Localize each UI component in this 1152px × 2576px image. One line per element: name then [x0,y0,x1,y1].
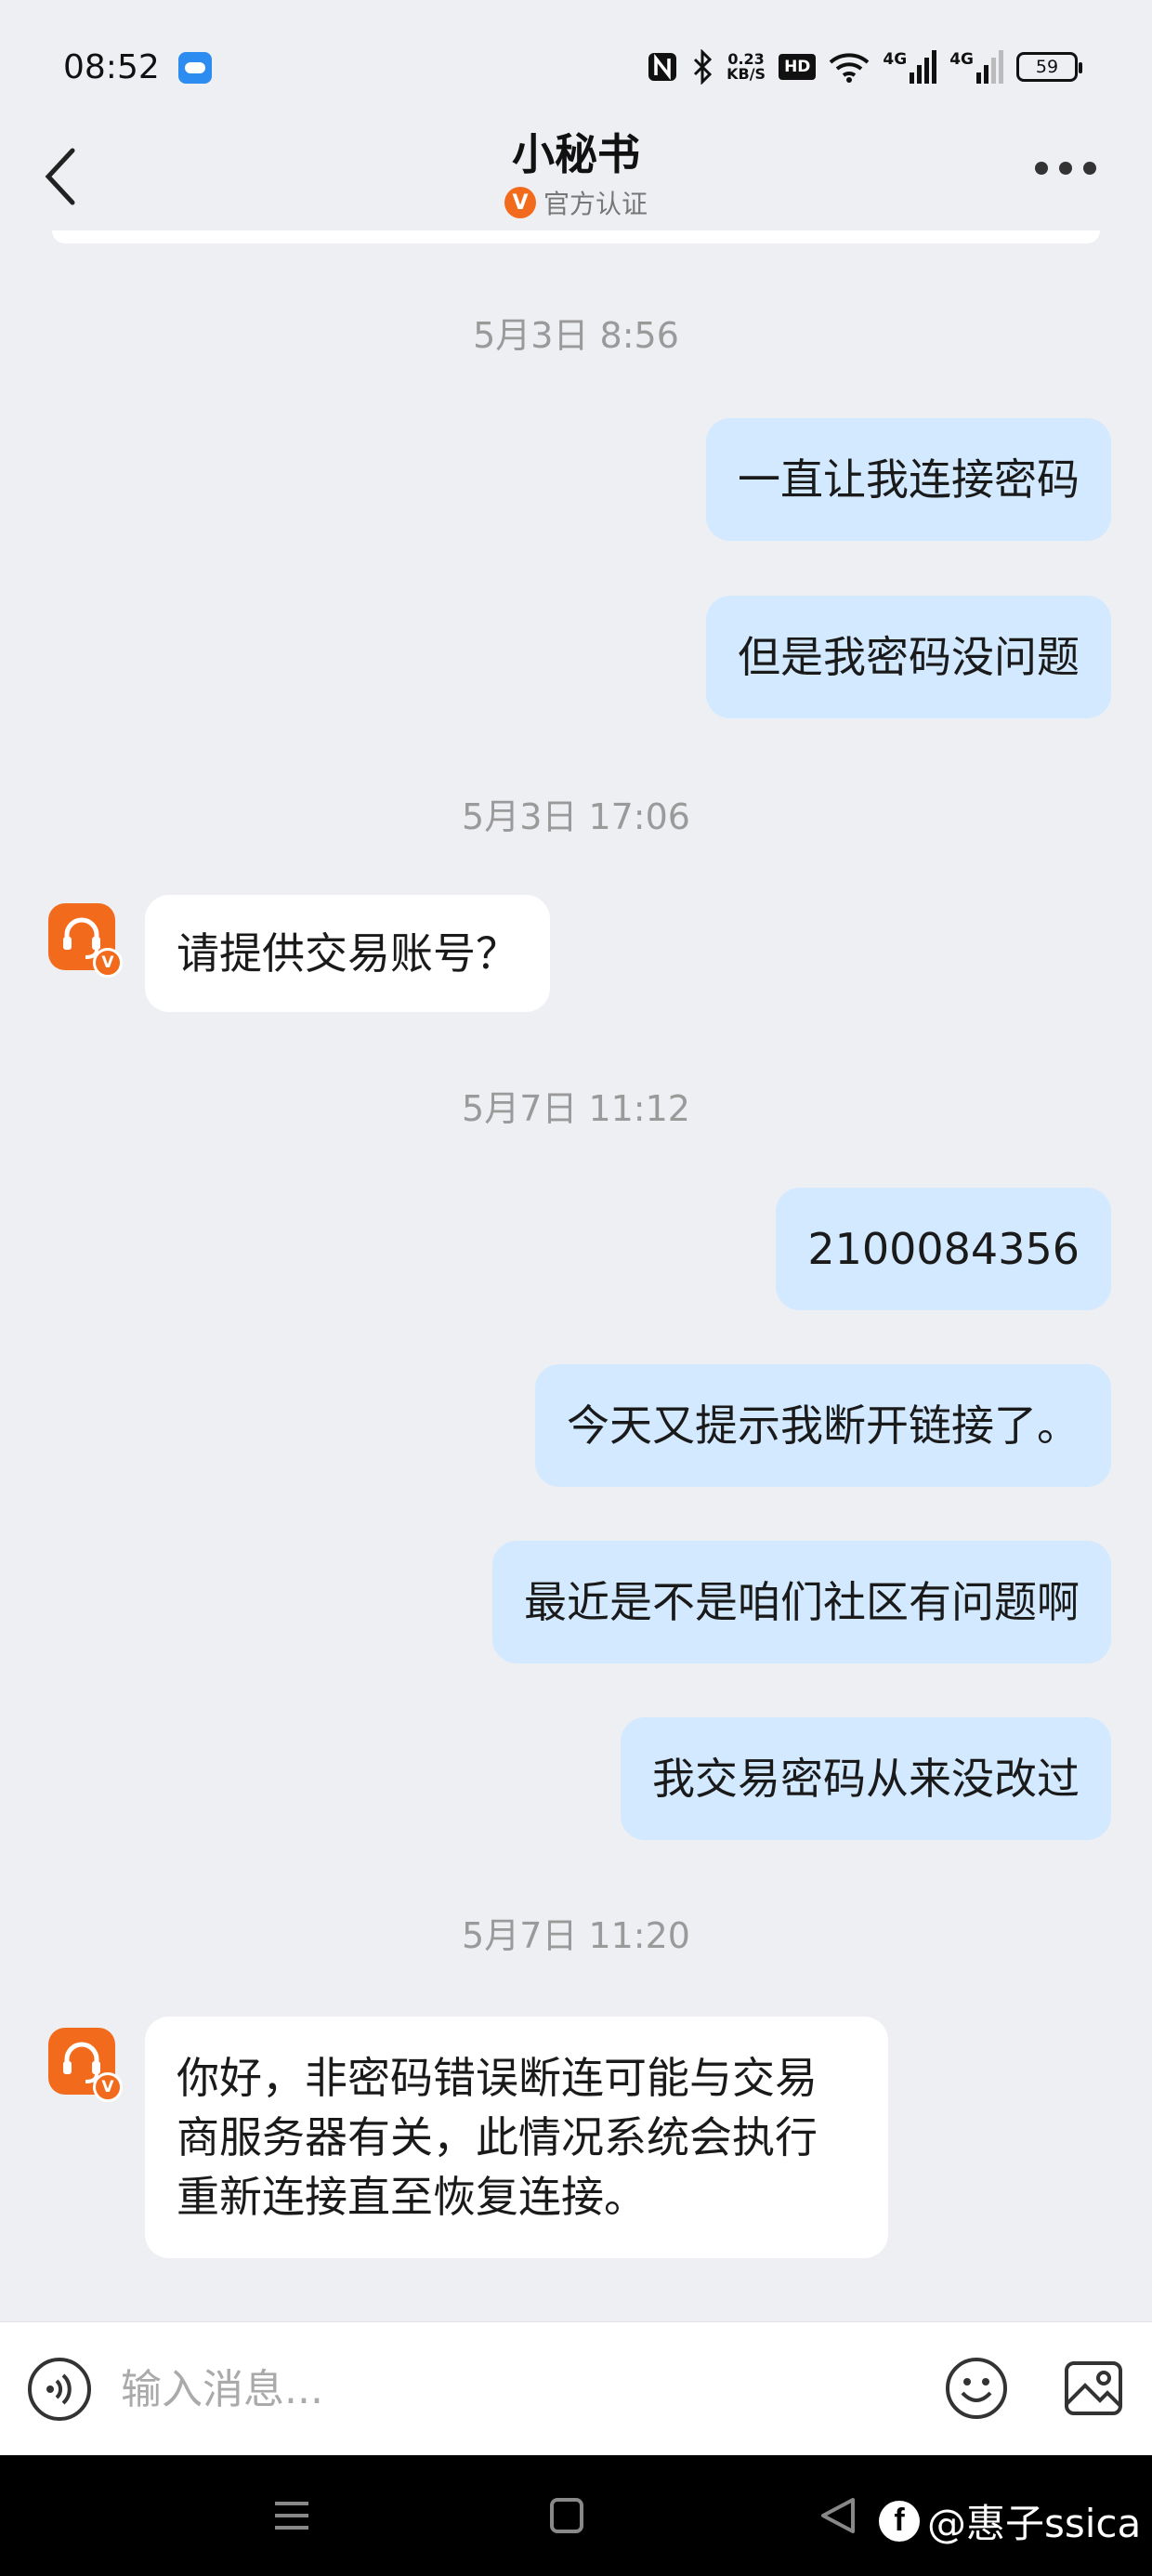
network-speed-unit: KB/S [727,65,766,83]
avatar-verified-icon: V [93,948,123,978]
signal-icon-1: 4G [883,50,937,84]
incoming-message[interactable]: 你好，非密码错误断连可能与交易商服务器有关，此情况系统会执行重新连接直至恢复连接… [145,2017,888,2258]
more-dot-icon [1035,162,1048,175]
outgoing-message[interactable]: 但是我密码没问题 [706,596,1111,718]
pinned-card-edge [52,230,1100,243]
emoji-icon [946,2358,1007,2419]
weather-icon [178,52,212,84]
message-input[interactable] [121,2359,901,2419]
hd-icon: HD [779,54,817,80]
timestamp: 5月7日 11:12 [462,1088,690,1129]
timestamp: 5月3日 8:56 [473,315,679,356]
outgoing-message[interactable]: 最近是不是咱们社区有问题啊 [492,1541,1111,1663]
voice-input-button[interactable] [28,2358,91,2421]
verified-badge-icon: V [504,187,536,218]
timestamp: 5月7日 11:20 [462,1915,690,1956]
watermark: f @惠子ssica [879,2492,1141,2549]
network-speed: 0.23 KB/S [727,52,766,82]
home-button[interactable] [550,2498,583,2533]
facebook-icon: f [879,2500,920,2542]
outgoing-message[interactable]: 一直让我连接密码 [706,418,1111,541]
message-input-bar [0,2321,1152,2455]
avatar-verified-icon: V [93,2072,123,2102]
image-icon [1065,2361,1122,2415]
more-options-button[interactable] [1035,162,1096,175]
signal-icon-2: 4G [949,50,1003,84]
chat-header: 小秘书 V 官方认证 [0,121,1152,232]
wifi-icon [830,53,870,83]
emoji-button[interactable] [944,2356,1009,2421]
menu-icon[interactable] [273,2500,310,2531]
status-bar: 08:52 0.23 KB/S HD 4G 4G 59 [0,0,1152,121]
incoming-message[interactable]: 请提供交易账号？ [145,895,550,1012]
signal-1-label: 4G [883,50,908,69]
system-navigation-bar: f @惠子ssica [0,2455,1152,2576]
status-time: 08:52 [63,48,160,86]
outgoing-message[interactable]: 今天又提示我断开链接了。 [535,1364,1111,1487]
voice-icon [46,2373,72,2405]
signal-2-label: 4G [949,50,974,69]
outgoing-message[interactable]: 2100084356 [776,1188,1111,1310]
verified-text: 官方认证 [543,189,648,219]
avatar[interactable]: V [48,2028,123,2102]
image-button[interactable] [1061,2356,1126,2421]
battery-icon: 59 [1016,52,1082,82]
more-dot-icon [1059,162,1072,175]
verified-label: V 官方认证 [0,184,1152,221]
nav-back-icon[interactable] [819,2496,857,2535]
page-title: 小秘书 [512,129,640,179]
nfc-icon [648,53,677,81]
more-dot-icon [1083,162,1096,175]
bluetooth-icon [694,49,713,85]
avatar[interactable]: V [48,903,123,978]
battery-level: 59 [1035,57,1059,77]
status-icons: 0.23 KB/S HD 4G 4G 59 [647,46,1082,87]
outgoing-message[interactable]: 我交易密码从来没改过 [621,1717,1111,1840]
timestamp: 5月3日 17:06 [462,796,690,837]
watermark-text: @惠子ssica [927,2501,1142,2546]
